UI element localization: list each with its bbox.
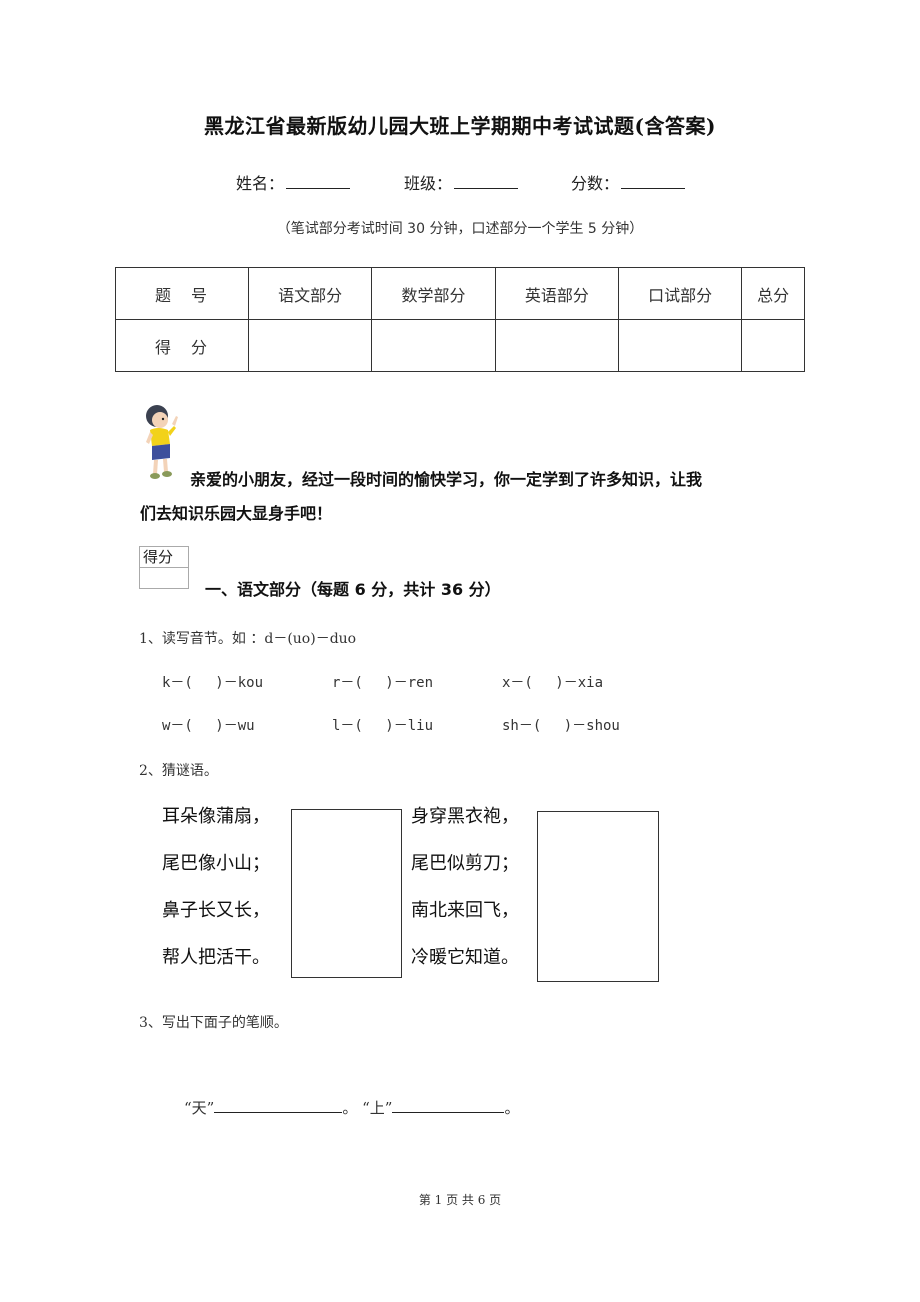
period: 。 [342, 1099, 358, 1117]
shang-answer-blank[interactable] [392, 1098, 505, 1113]
section-score-input[interactable] [140, 567, 188, 588]
intro-line-1: 亲爱的小朋友，经过一段时间的愉快学习，你一定学到了许多知识，让我 [190, 470, 703, 489]
score-cell[interactable] [371, 319, 496, 372]
pinyin-item: x－( )－xia [502, 675, 604, 691]
score-table-score-row: 得分 [115, 319, 805, 372]
class-field[interactable]: 班级： [404, 170, 519, 194]
header-label-cell: 题号 [115, 267, 249, 320]
row-label-cell: 得分 [115, 319, 249, 372]
char-shang: “上” [362, 1099, 393, 1117]
riddle-line: 耳朵像蒲扇， [162, 806, 270, 827]
pinyin-item: w－( )－wu [162, 718, 255, 734]
column-header: 语文部分 [247, 267, 373, 320]
riddle-a: 耳朵像蒲扇， 尾巴像小山； 鼻子长又长， 帮人把活干。 [162, 793, 270, 981]
score-blank[interactable] [621, 174, 686, 189]
boy-illustration [146, 405, 178, 479]
period: 。 [504, 1099, 520, 1117]
riddle-line: 南北来回飞， [411, 900, 519, 921]
riddle-line: 尾巴似剪刀； [411, 853, 519, 874]
riddle-line: 身穿黑衣袍， [411, 806, 519, 827]
section-title-chinese: 一、语文部分（每题 6 分，共计 36 分） [205, 580, 501, 599]
pinyin-item: l－( )－liu [332, 718, 434, 734]
tian-answer-blank[interactable] [214, 1098, 343, 1113]
score-table: 题号 语文部分 数学部分 英语部分 口试部分 总分 得分 [115, 267, 805, 372]
riddle-line: 鼻子长又长， [162, 900, 270, 921]
score-label: 分数： [571, 174, 620, 193]
name-field[interactable]: 姓名： [236, 170, 351, 194]
pinyin-item: sh－( )－shou [502, 718, 620, 734]
pinyin-item: r－( )－ren [332, 675, 434, 691]
intro-line-2: 们去知识乐园大显身手吧！ [140, 504, 333, 523]
column-header: 口试部分 [617, 267, 743, 320]
column-header: 数学部分 [371, 267, 496, 320]
name-blank[interactable] [286, 174, 351, 189]
section-score-box: 得分 [139, 546, 189, 589]
exam-time-note: （笔试部分考试时间 30 分钟，口述部分一个学生 5 分钟） [276, 221, 644, 237]
score-cell[interactable] [741, 319, 805, 372]
page-footer: 第 1 页 共 6 页 [418, 1193, 502, 1207]
riddle-a-answer-box[interactable] [291, 809, 402, 978]
riddle-b-answer-box[interactable] [537, 811, 659, 982]
score-cell[interactable] [247, 319, 373, 372]
stroke-order-line: “天”。 “上”。 [184, 1097, 520, 1118]
document-title: 黑龙江省最新版幼儿园大班上学期期中考试试题(含答案) [204, 114, 716, 138]
question-2-prompt: 2、猜谜语。 [139, 763, 218, 779]
score-cell[interactable] [494, 319, 619, 372]
column-header: 英语部分 [494, 267, 619, 320]
name-label: 姓名： [236, 174, 285, 193]
riddle-line: 尾巴像小山； [162, 853, 270, 874]
class-blank[interactable] [454, 174, 519, 189]
section-score-label: 得分 [143, 548, 174, 566]
score-cell[interactable] [617, 319, 743, 372]
riddle-b: 身穿黑衣袍， 尾巴似剪刀； 南北来回飞， 冷暖它知道。 [411, 793, 519, 981]
column-header: 总分 [741, 267, 805, 320]
question-3-prompt: 3、写出下面子的笔顺。 [139, 1015, 288, 1031]
char-tian: “天” [184, 1099, 215, 1117]
score-field[interactable]: 分数： [571, 170, 686, 194]
class-label: 班级： [404, 174, 453, 193]
riddle-line: 帮人把活干。 [162, 947, 270, 968]
pinyin-item: k－( )－kou [162, 675, 264, 691]
riddle-line: 冷暖它知道。 [411, 947, 519, 968]
score-table-header-row: 题号 语文部分 数学部分 英语部分 口试部分 总分 [115, 267, 805, 320]
question-1-prompt: 1、读写音节。如 ：d－(uo)－duo [139, 631, 357, 647]
